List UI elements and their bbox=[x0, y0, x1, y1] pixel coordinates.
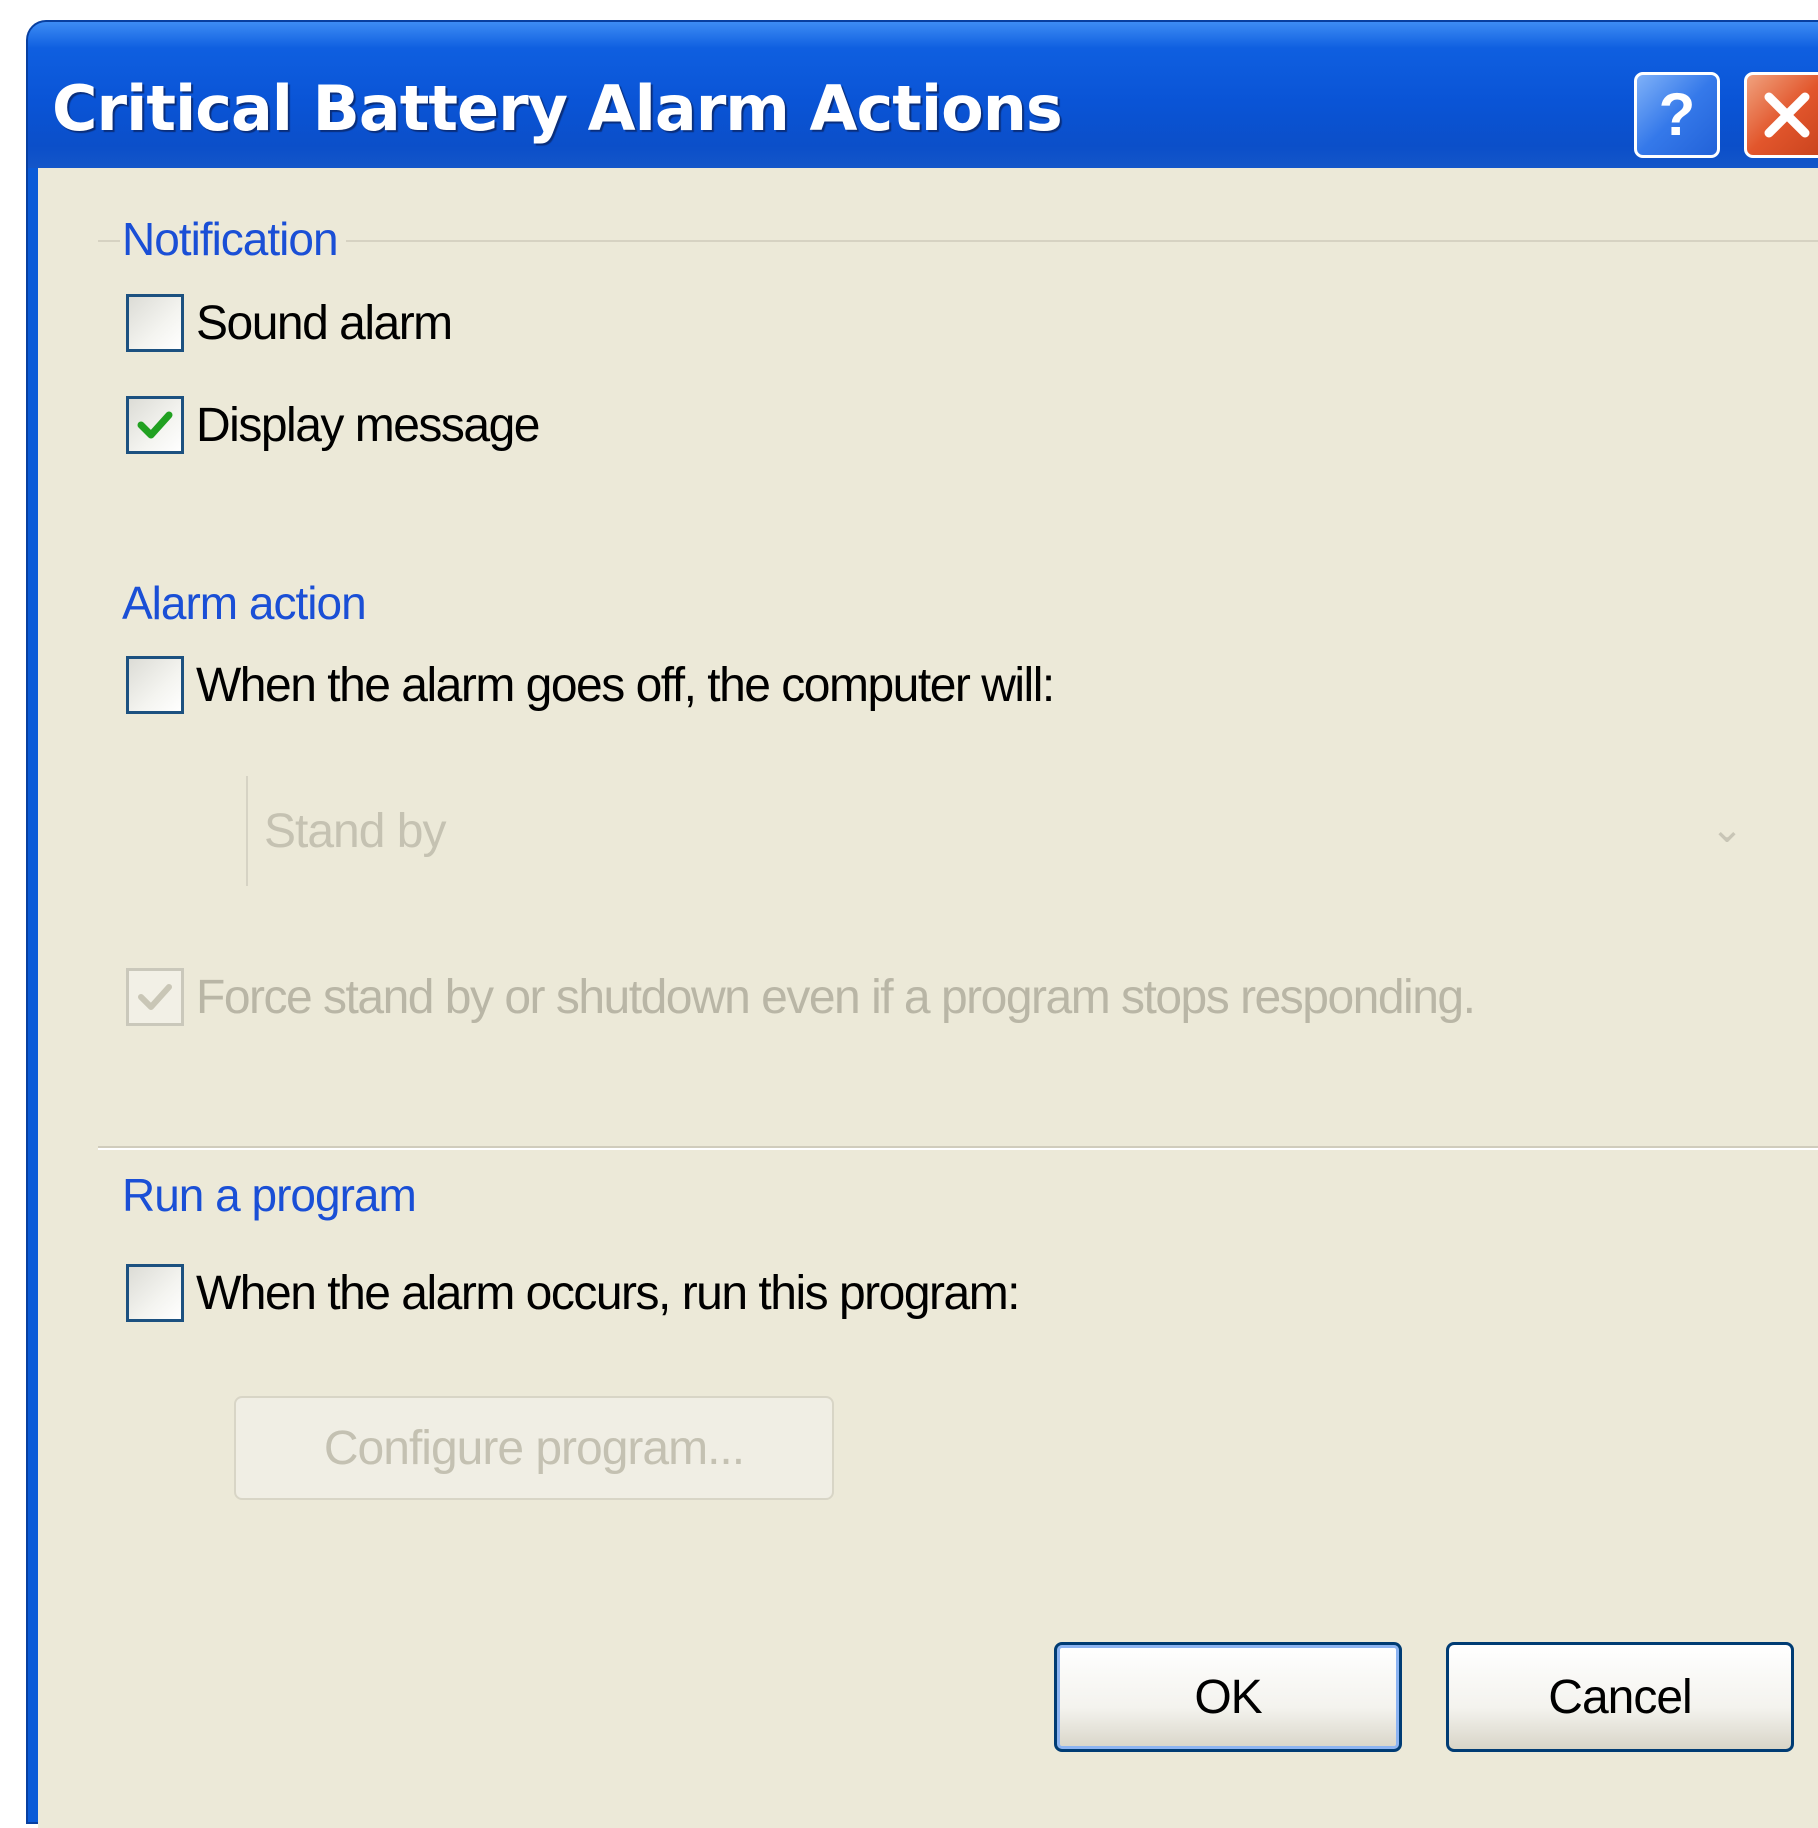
sound-alarm-checkbox[interactable] bbox=[126, 294, 184, 352]
dialog-body: Notification Sound alarm Display message… bbox=[38, 168, 1818, 1828]
checkmark-icon bbox=[137, 411, 173, 439]
close-button[interactable] bbox=[1744, 72, 1818, 158]
alarm-action-dropdown-value: Stand by bbox=[264, 805, 446, 858]
run-program-row[interactable]: When the alarm occurs, run this program: bbox=[126, 1264, 1021, 1322]
alarm-action-group-title: Alarm action bbox=[120, 576, 374, 630]
sound-alarm-row[interactable]: Sound alarm bbox=[126, 294, 453, 352]
alarm-action-dropdown[interactable]: Stand by ⌄ bbox=[246, 776, 1766, 886]
force-shutdown-row[interactable]: Force stand by or shutdown even if a pro… bbox=[126, 968, 1476, 1026]
run-program-label: When the alarm occurs, run this program: bbox=[196, 1266, 1021, 1320]
checkmark-icon bbox=[138, 984, 172, 1010]
dialog-window: Critical Battery Alarm Actions ? Notific… bbox=[28, 22, 1818, 1828]
cancel-button[interactable]: Cancel bbox=[1446, 1642, 1794, 1752]
notification-group-title: Notification bbox=[120, 212, 346, 266]
run-program-checkbox[interactable] bbox=[126, 1264, 184, 1322]
chevron-down-icon[interactable]: ⌄ bbox=[1692, 778, 1762, 880]
display-message-row[interactable]: Display message bbox=[126, 396, 540, 454]
divider bbox=[98, 1146, 1818, 1150]
help-button[interactable]: ? bbox=[1634, 72, 1720, 158]
title-bar[interactable]: Critical Battery Alarm Actions ? bbox=[28, 22, 1818, 168]
help-icon: ? bbox=[1658, 81, 1696, 148]
configure-program-button[interactable]: Configure program... bbox=[234, 1396, 834, 1500]
alarm-action-checkbox[interactable] bbox=[126, 656, 184, 714]
display-message-checkbox[interactable] bbox=[126, 396, 184, 454]
force-shutdown-checkbox[interactable] bbox=[126, 968, 184, 1026]
force-shutdown-label: Force stand by or shutdown even if a pro… bbox=[196, 970, 1476, 1024]
notification-group bbox=[98, 240, 1818, 242]
run-program-group-title: Run a program bbox=[120, 1168, 424, 1222]
sound-alarm-label: Sound alarm bbox=[196, 296, 453, 350]
close-icon bbox=[1764, 92, 1810, 138]
display-message-label: Display message bbox=[196, 398, 540, 452]
alarm-action-label: When the alarm goes off, the computer wi… bbox=[196, 658, 1055, 712]
ok-button[interactable]: OK bbox=[1054, 1642, 1402, 1752]
alarm-action-row[interactable]: When the alarm goes off, the computer wi… bbox=[126, 656, 1055, 714]
window-title: Critical Battery Alarm Actions bbox=[52, 72, 1063, 145]
